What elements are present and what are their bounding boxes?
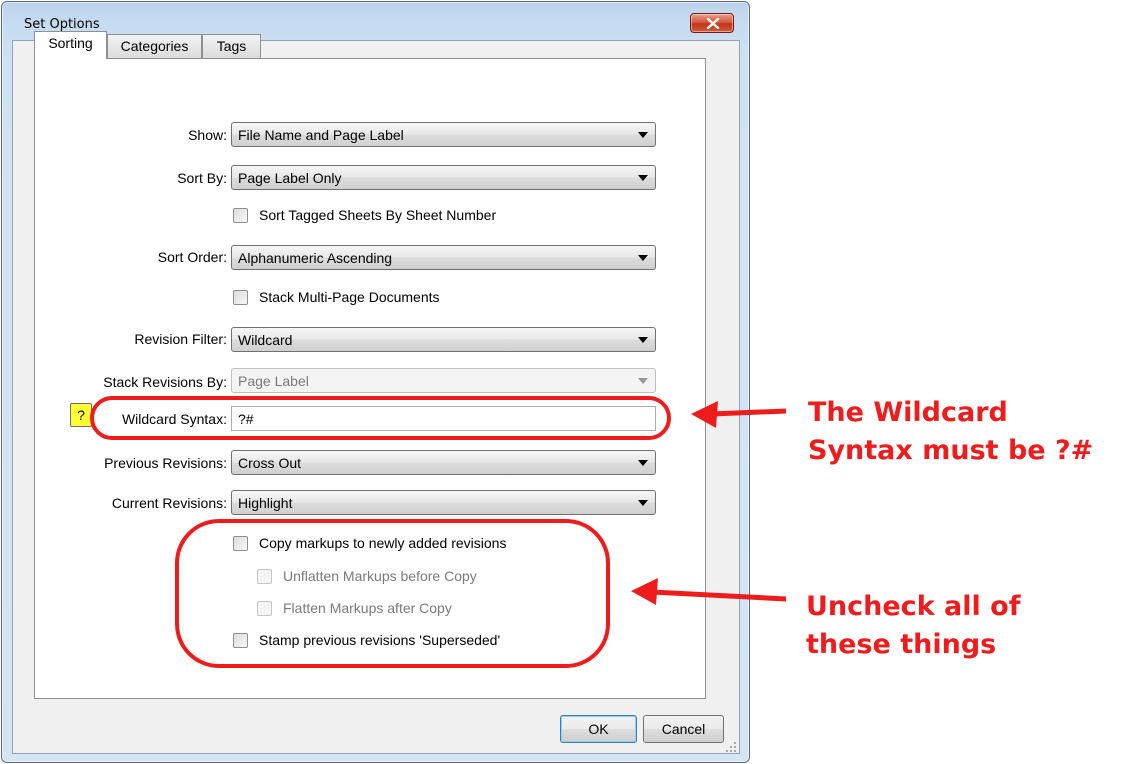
tab-label: Sorting	[48, 35, 93, 51]
uncheck-arrow-icon	[631, 578, 787, 605]
wildcard-arrow-icon	[691, 401, 787, 428]
wildcard-note-line-1: The Wildcard	[808, 397, 1008, 428]
wildcard-note-line-2: Syntax must be ?#	[808, 435, 1094, 466]
uncheck-note: Uncheck all of these things	[806, 588, 1020, 664]
wildcard-highlight-ellipse	[90, 396, 671, 440]
checkbox-group-highlight-ellipse	[175, 519, 610, 668]
uncheck-note-line-2: these things	[806, 629, 997, 660]
tab-sorting[interactable]: Sorting	[34, 31, 107, 59]
wildcard-note: The Wildcard Syntax must be ?#	[808, 394, 1093, 470]
uncheck-note-line-1: Uncheck all of	[806, 591, 1021, 622]
